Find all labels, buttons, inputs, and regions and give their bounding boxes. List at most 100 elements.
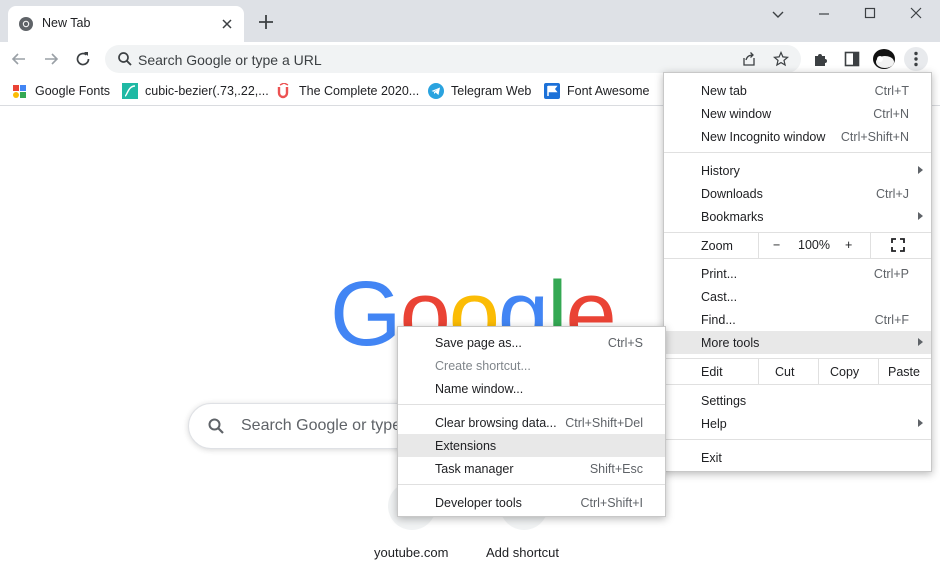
bookmark-label: Font Awesome [567,84,650,98]
search-icon [118,52,132,66]
menu-item-label: Save page as... [435,336,522,350]
address-bar[interactable]: Search Google or type a URL [105,45,801,73]
side-panel-icon[interactable] [843,50,861,68]
share-icon[interactable] [741,51,757,67]
menu-item-label: Extensions [435,439,497,453]
submenu-item-clear-browsing-data[interactable]: Clear browsing data... Ctrl+Shift+Del [398,411,665,434]
submenu-arrow-icon [918,166,923,174]
menu-item-more-tools[interactable]: More tools [664,331,931,354]
submenu-item-save-page[interactable]: Save page as... Ctrl+S [398,331,665,354]
bookmark-the-complete-2020[interactable]: The Complete 2020... [276,82,419,100]
menu-item-settings[interactable]: Settings [664,389,931,412]
tab-strip: New Tab [0,0,940,42]
menu-item-new-tab[interactable]: New tab Ctrl+T [664,79,931,102]
forward-button[interactable] [42,50,60,68]
back-button[interactable] [10,50,28,68]
chrome-icon [19,17,33,31]
menu-item-print[interactable]: Print... Ctrl+P [664,262,931,285]
close-tab-icon[interactable] [218,15,236,33]
menu-item-new-window[interactable]: New window Ctrl+N [664,102,931,125]
submenu-item-task-manager[interactable]: Task manager Shift+Esc [398,457,665,480]
menu-item-find[interactable]: Find... Ctrl+F [664,308,931,331]
minimize-button[interactable] [810,4,838,24]
bookmark-telegram-web[interactable]: Telegram Web [428,82,531,100]
menu-item-label: Exit [701,451,722,465]
bookmark-label: Google Fonts [35,84,111,98]
zoom-in-button[interactable]: + [845,238,852,252]
tab-search-icon[interactable] [764,4,792,24]
menu-item-exit[interactable]: Exit [664,446,931,469]
bookmark-star-icon[interactable] [773,51,789,67]
chrome-main-menu: New tab Ctrl+T New window Ctrl+N New Inc… [663,72,932,472]
menu-separator [664,258,931,259]
menu-item-new-incognito[interactable]: New Incognito window Ctrl+Shift+N [664,125,931,148]
menu-separator [664,152,931,153]
menu-item-label: Settings [701,394,747,408]
submenu-item-extensions[interactable]: Extensions [398,434,665,457]
font-awesome-icon [544,83,560,99]
udemy-icon [277,83,289,99]
submenu-item-create-shortcut: Create shortcut... [398,354,665,377]
menu-item-downloads[interactable]: Downloads Ctrl+J [664,182,931,205]
tab-new-tab[interactable]: New Tab [8,6,244,42]
chrome-menu-button[interactable] [904,47,928,71]
menu-item-shortcut: Ctrl+Shift+Del [565,416,643,430]
menu-separator [398,484,665,485]
cubic-bezier-icon [122,83,138,99]
menu-item-label: History [701,164,740,178]
submenu-item-developer-tools[interactable]: Developer tools Ctrl+Shift+I [398,491,665,514]
bookmark-google-fonts[interactable]: Google Fonts [12,82,110,100]
zoom-label: Zoom [701,239,733,253]
menu-item-cast[interactable]: Cast... [664,285,931,308]
menu-item-label: Task manager [435,462,514,476]
menu-item-bookmarks[interactable]: Bookmarks [664,205,931,228]
menu-item-shortcut: Shift+Esc [589,462,643,476]
menu-item-shortcut: Ctrl+Shift+I [580,496,643,510]
cut-label: Cut [775,365,795,379]
menu-item-label: Print... [701,267,738,281]
copy-button[interactable]: Copy [818,359,878,384]
menu-item-label: Downloads [701,187,763,201]
fullscreen-icon[interactable] [891,238,905,252]
bookmark-cubic-bezier[interactable]: cubic-bezier(.73,.22,... [122,82,269,100]
submenu-arrow-icon [918,419,923,427]
paste-label: Paste [888,365,920,379]
menu-item-label: Name window... [435,382,524,396]
search-icon [208,418,224,434]
menu-item-label: Bookmarks [701,210,764,224]
bookmark-label: cubic-bezier(.73,.22,... [145,84,269,98]
shortcut-youtube-label[interactable]: youtube.com [374,545,448,560]
new-tab-button[interactable] [256,12,276,32]
menu-separator [664,439,931,440]
edit-label: Edit [701,365,723,379]
close-window-button[interactable] [902,4,930,24]
tab-title: New Tab [42,16,91,30]
menu-item-shortcut: Ctrl+S [607,336,643,350]
menu-item-history[interactable]: History [664,159,931,182]
copy-label: Copy [830,365,860,379]
reload-button[interactable] [74,50,92,68]
zoom-divider [758,233,759,258]
profile-image-icon [876,56,894,68]
profile-avatar[interactable] [873,49,895,69]
menu-item-label: Help [701,417,727,431]
extensions-icon[interactable] [812,50,830,68]
zoom-level: 100% [798,238,830,252]
zoom-out-button[interactable]: − [773,238,780,252]
menu-item-label: Create shortcut... [435,359,531,373]
maximize-button[interactable] [856,4,884,24]
menu-item-label: More tools [701,336,760,350]
add-shortcut-label[interactable]: Add shortcut [486,545,559,560]
submenu-item-name-window[interactable]: Name window... [398,377,665,400]
menu-item-shortcut: Ctrl+P [873,267,909,281]
telegram-icon [428,83,444,99]
bookmark-label: Telegram Web [451,84,532,98]
menu-item-shortcut: Ctrl+F [874,313,909,327]
paste-button[interactable]: Paste [878,359,933,384]
cut-button[interactable]: Cut [758,359,818,384]
menu-item-label: Developer tools [435,496,522,510]
bookmark-font-awesome[interactable]: Font Awesome [544,82,649,100]
menu-item-help[interactable]: Help [664,412,931,435]
menu-row-edit: Edit Cut Copy Paste [664,359,931,384]
menu-item-shortcut: Ctrl+J [876,187,909,201]
